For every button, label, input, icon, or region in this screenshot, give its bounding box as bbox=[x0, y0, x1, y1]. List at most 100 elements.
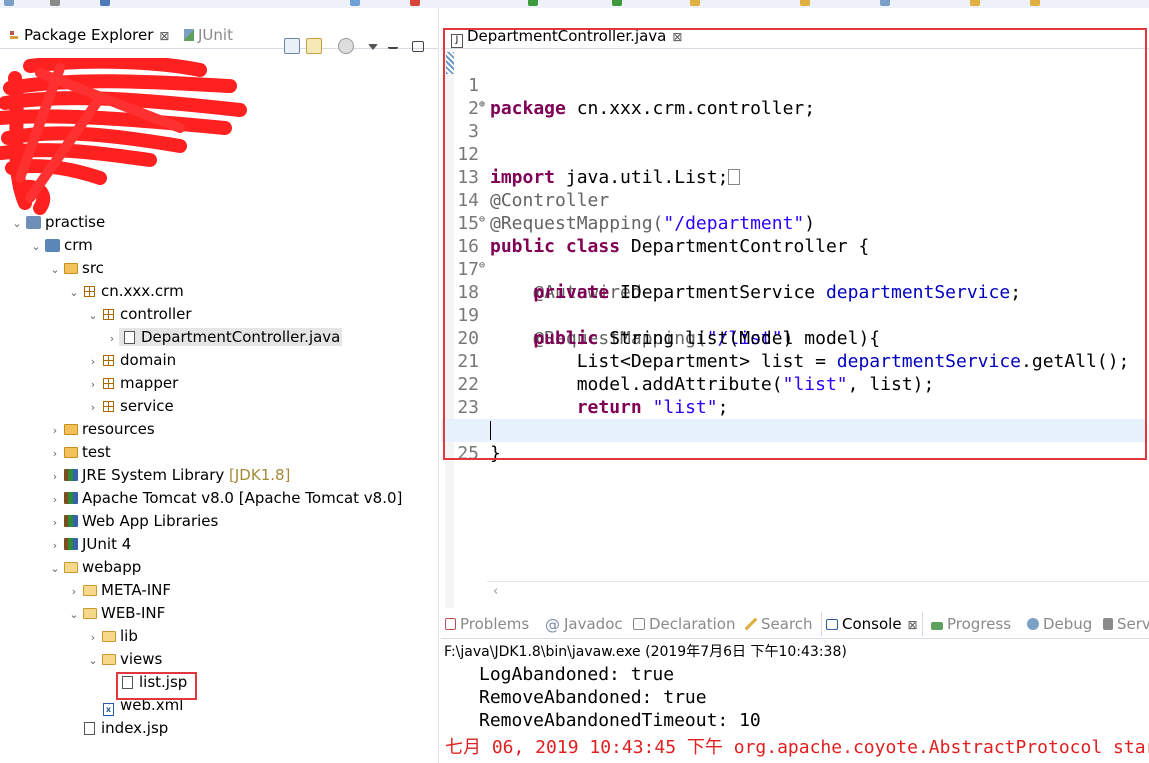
toolbar-icon[interactable] bbox=[350, 0, 360, 6]
tree-item-jre-library[interactable]: › JRE System Library [JDK1.8] bbox=[48, 464, 291, 488]
tab-console[interactable]: Console ⊠ bbox=[821, 612, 923, 636]
tree-item-test[interactable]: › test bbox=[48, 441, 111, 464]
tree-item-web-inf[interactable]: ⌄ WEB-INF bbox=[67, 602, 165, 625]
tree-item-views[interactable]: ⌄ views bbox=[86, 648, 162, 671]
tree-item-label: Apache Tomcat v8.0 [Apache Tomcat v8.0] bbox=[82, 489, 403, 507]
collapse-all-icon[interactable] bbox=[284, 38, 300, 54]
project-icon bbox=[26, 216, 41, 229]
link-with-editor-icon[interactable] bbox=[306, 38, 322, 54]
tree-item-label: JRE System Library bbox=[82, 466, 225, 484]
collapsed-chevron-icon[interactable]: › bbox=[48, 511, 62, 534]
folder-icon bbox=[64, 562, 78, 573]
tree-item-webapp-libraries[interactable]: › Web App Libraries bbox=[48, 510, 219, 534]
code-editor[interactable]: J DepartmentController.java ⊠ 1 package cn… bbox=[441, 18, 1149, 608]
close-icon[interactable]: ⊠ bbox=[908, 618, 918, 632]
redaction-scribble bbox=[0, 58, 247, 215]
toolbar-icon[interactable] bbox=[1030, 0, 1040, 6]
collapsed-chevron-icon[interactable]: › bbox=[48, 419, 62, 442]
collapsed-chevron-icon[interactable]: › bbox=[48, 442, 62, 465]
tab-servers[interactable]: Serv bbox=[1103, 612, 1149, 636]
tab-progress[interactable]: Progress bbox=[931, 612, 1011, 636]
toolbar-icon[interactable] bbox=[800, 0, 810, 6]
expanded-chevron-icon[interactable]: ⌄ bbox=[86, 649, 100, 672]
tab-declaration[interactable]: Declaration bbox=[633, 612, 735, 636]
folder-icon bbox=[102, 654, 116, 665]
console-error-line: 七月 06, 2019 10:43:45 下午 org.apache.coyot… bbox=[445, 737, 1149, 758]
expanded-chevron-icon[interactable]: ⌄ bbox=[48, 258, 62, 281]
minimize-icon[interactable] bbox=[388, 42, 398, 49]
toolbar-icon[interactable] bbox=[880, 0, 890, 6]
package-explorer-view: Package Explorer ⊠ JUnit ⌄ practise ⌄ crm ⌄… bbox=[0, 8, 439, 763]
toolbar-icon[interactable] bbox=[528, 0, 538, 6]
expanded-chevron-icon[interactable]: ⌄ bbox=[67, 281, 81, 304]
toolbar-icon[interactable] bbox=[970, 0, 980, 6]
tree-item-label: views bbox=[120, 650, 163, 668]
tree-item-practise[interactable]: ⌄ practise bbox=[10, 211, 105, 234]
junit-icon bbox=[184, 29, 194, 41]
highlight-box-list-jsp bbox=[116, 672, 197, 700]
toolbar-icon[interactable] bbox=[100, 0, 110, 6]
tab-label: Declaration bbox=[649, 615, 736, 633]
collapsed-chevron-icon[interactable]: › bbox=[86, 396, 100, 419]
java-file-icon bbox=[124, 331, 135, 344]
tab-label: Debug bbox=[1043, 615, 1093, 633]
collapsed-chevron-icon[interactable]: › bbox=[48, 534, 62, 557]
tree-item-webapp[interactable]: ⌄ webapp bbox=[48, 556, 141, 579]
folder-icon bbox=[83, 585, 97, 596]
tree-item-index-jsp[interactable]: index.jsp bbox=[81, 717, 168, 740]
tree-item-label: META-INF bbox=[101, 581, 172, 599]
toolbar-icon[interactable] bbox=[410, 0, 420, 6]
collapsed-chevron-icon[interactable]: › bbox=[48, 488, 62, 511]
javadoc-icon: @ bbox=[545, 616, 560, 634]
expanded-chevron-icon[interactable]: ⌄ bbox=[86, 304, 100, 327]
toolbar-icon[interactable] bbox=[690, 0, 700, 6]
scroll-left-icon[interactable]: ‹ bbox=[493, 584, 498, 599]
tree-item-junit-library[interactable]: › JUnit 4 bbox=[48, 533, 131, 556]
package-icon bbox=[103, 401, 114, 412]
toolbar-icon[interactable] bbox=[612, 0, 622, 6]
console-view: Problems @ Javadoc Declaration Search Con… bbox=[441, 608, 1149, 763]
toolbar-icon[interactable] bbox=[4, 0, 14, 6]
toolbar-icon[interactable] bbox=[50, 0, 60, 6]
tab-problems[interactable]: Problems bbox=[445, 612, 529, 636]
expanded-chevron-icon[interactable]: ⌄ bbox=[10, 212, 24, 235]
tab-junit[interactable]: JUnit bbox=[184, 22, 233, 48]
tab-javadoc[interactable]: @ Javadoc bbox=[545, 612, 623, 636]
tab-package-explorer[interactable]: Package Explorer ⊠ bbox=[8, 22, 170, 48]
tree-item-crm[interactable]: ⌄ crm bbox=[29, 234, 92, 258]
jsp-file-icon bbox=[84, 722, 95, 735]
collapsed-chevron-icon[interactable]: › bbox=[86, 373, 100, 396]
tree-item-tomcat-library[interactable]: › Apache Tomcat v8.0 [Apache Tomcat v8.0] bbox=[48, 487, 403, 511]
collapsed-chevron-icon[interactable]: › bbox=[86, 350, 100, 373]
tree-item-package[interactable]: ⌄ cn.xxx.crm bbox=[67, 280, 183, 304]
package-explorer-icon bbox=[8, 29, 20, 41]
library-icon bbox=[64, 515, 78, 527]
source-folder-icon bbox=[64, 263, 78, 274]
collapsed-chevron-icon[interactable]: › bbox=[86, 626, 100, 649]
collapsed-chevron-icon[interactable]: › bbox=[67, 580, 81, 603]
tab-search[interactable]: Search bbox=[745, 612, 813, 636]
horizontal-scrollbar[interactable]: ‹ bbox=[487, 581, 1149, 604]
source-folder-icon bbox=[64, 424, 78, 435]
tree-item-meta-inf[interactable]: › META-INF bbox=[67, 579, 171, 602]
tree-item-package[interactable]: › mapper bbox=[86, 372, 178, 395]
expanded-chevron-icon[interactable]: ⌄ bbox=[67, 603, 81, 626]
tree-item-package[interactable]: › service bbox=[86, 395, 174, 418]
maximize-icon[interactable] bbox=[412, 41, 424, 52]
tree-item-package[interactable]: ⌄ controller bbox=[86, 303, 191, 327]
tree-item-java-file[interactable]: › DepartmentController.java bbox=[105, 326, 343, 350]
tree-item-lib[interactable]: › lib bbox=[86, 625, 138, 648]
close-icon[interactable]: ⊠ bbox=[159, 29, 169, 43]
tree-item-package[interactable]: › domain bbox=[86, 349, 176, 372]
collapsed-chevron-icon[interactable]: › bbox=[105, 327, 119, 350]
folder-icon bbox=[102, 631, 116, 642]
collapsed-chevron-icon[interactable]: › bbox=[48, 465, 62, 488]
search-icon bbox=[745, 618, 757, 630]
focus-icon[interactable] bbox=[338, 38, 354, 54]
expanded-chevron-icon[interactable]: ⌄ bbox=[48, 557, 62, 580]
view-menu-icon[interactable] bbox=[368, 44, 378, 50]
expanded-chevron-icon[interactable]: ⌄ bbox=[29, 235, 43, 258]
tree-item-resources[interactable]: › resources bbox=[48, 418, 155, 441]
tab-debug[interactable]: Debug bbox=[1027, 612, 1092, 636]
tree-item-src[interactable]: ⌄ src bbox=[48, 257, 104, 280]
